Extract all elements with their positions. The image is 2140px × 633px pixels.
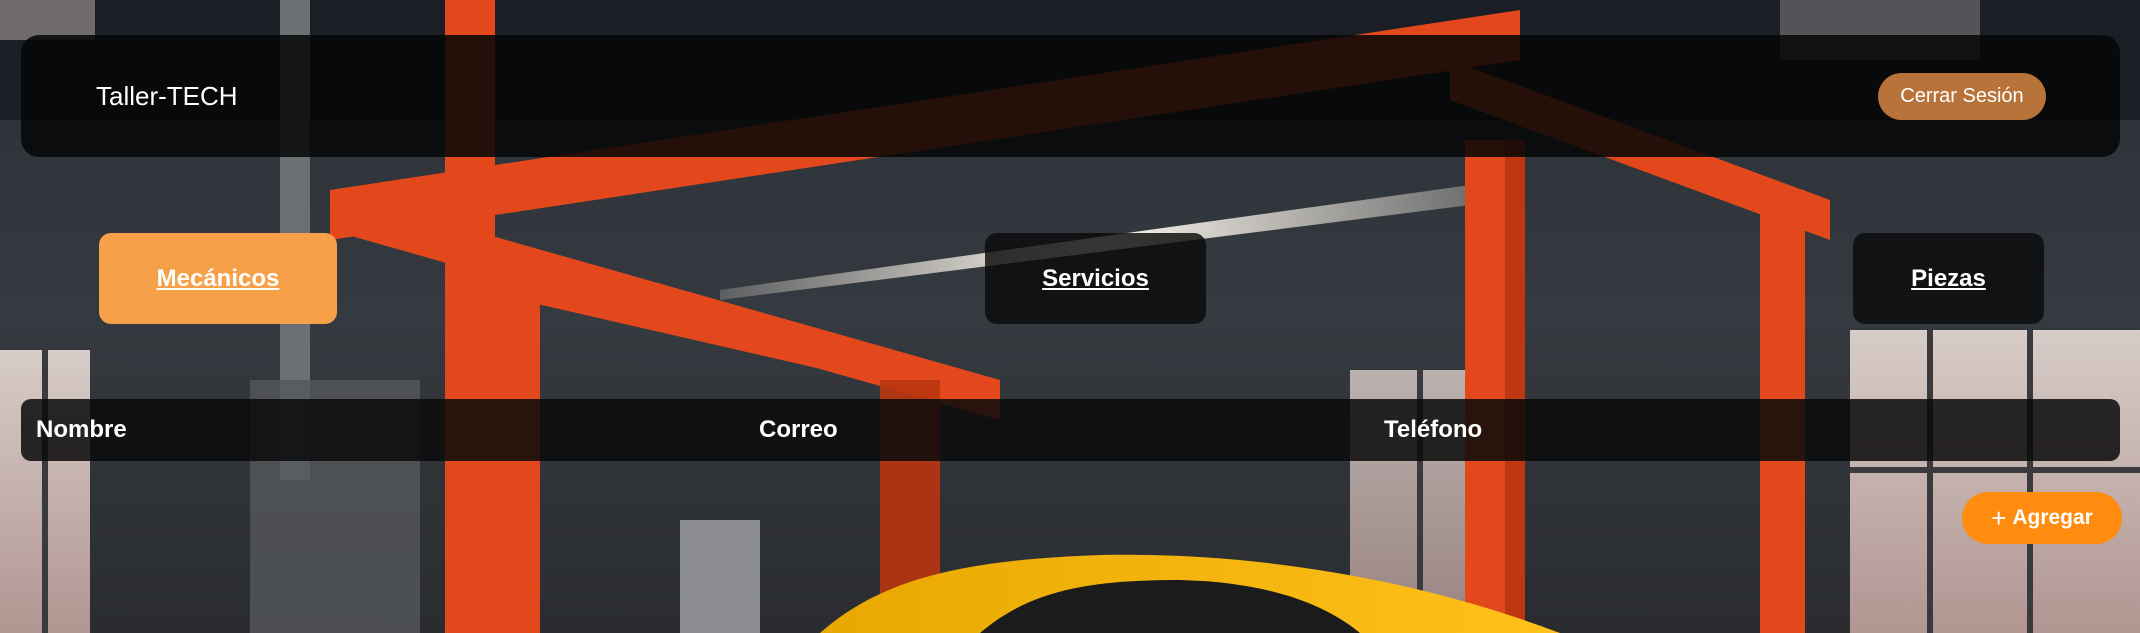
table-header: Nombre Correo Teléfono (21, 399, 2120, 461)
add-button[interactable]: + Agregar (1962, 492, 2122, 544)
column-header-correo: Correo (759, 416, 838, 443)
app-brand[interactable]: Taller-TECH (96, 35, 238, 157)
logout-button[interactable]: Cerrar Sesión (1878, 73, 2046, 120)
add-button-label: Agregar (2012, 506, 2093, 529)
top-navbar: Taller-TECH Cerrar Sesión (21, 35, 2120, 157)
app-window: Taller-TECH Cerrar Sesión Mecánicos Serv… (0, 0, 2140, 633)
column-header-nombre: Nombre (36, 416, 127, 443)
column-header-telefono: Teléfono (1384, 416, 1483, 443)
plus-icon: + (1991, 503, 2007, 533)
tab-piezas[interactable]: Piezas (1853, 233, 2044, 324)
tab-mecanicos[interactable]: Mecánicos (99, 233, 337, 324)
tab-servicios[interactable]: Servicios (985, 233, 1206, 324)
